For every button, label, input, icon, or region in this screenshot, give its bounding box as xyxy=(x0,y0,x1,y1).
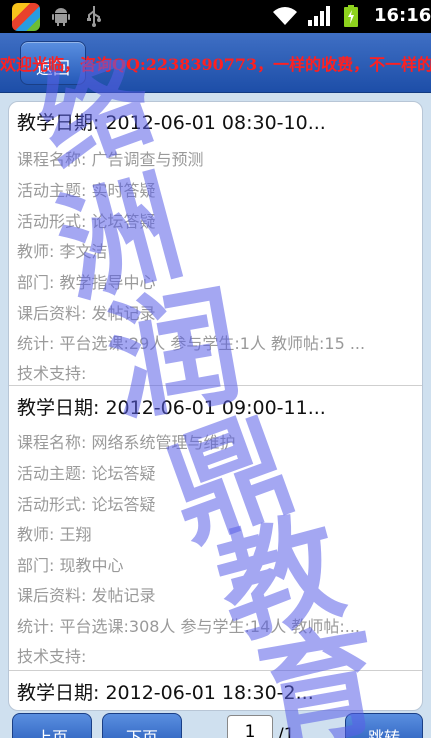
record-format: 活动形式: 论坛答疑 xyxy=(17,212,156,231)
record-stats: 统计: 平台选课:29人 参与学生:1人 教师帖:15 ... xyxy=(17,334,366,353)
record-topic: 活动主题: 论坛答疑 xyxy=(17,464,156,483)
android-debug-icon xyxy=(52,8,70,26)
record-department: 部门: 教学指导中心 xyxy=(17,273,156,292)
record-stats: 统计: 平台选课:308人 参与学生:14人 教师帖:... xyxy=(17,617,361,636)
pager-bar: 上页 下页 1 /1 跳转 xyxy=(0,711,431,738)
next-page-button[interactable]: 下页 xyxy=(102,713,182,738)
list-item[interactable]: 教学日期: 2012-06-01 18:30-2... xyxy=(9,672,422,710)
record-department: 部门: 现教中心 xyxy=(17,556,124,575)
record-teacher: 教师: 王翔 xyxy=(17,525,92,544)
list-item[interactable]: 教学日期: 2012-06-01 09:00-11... 课程名称: 网络系统管… xyxy=(9,387,422,671)
record-date: 教学日期: 2012-06-01 18:30-2... xyxy=(17,682,314,704)
back-button-label: 返回 xyxy=(36,59,70,79)
record-topic: 活动主题: 实时答疑 xyxy=(17,181,156,200)
prev-page-button[interactable]: 上页 xyxy=(12,713,92,738)
record-support: 技术支持: xyxy=(17,364,87,383)
record-support: 技术支持: xyxy=(17,647,87,666)
record-materials: 课后资料: 发帖记录 xyxy=(17,586,156,605)
battery-icon xyxy=(344,5,358,27)
record-course: 课程名称: 广告调查与预测 xyxy=(17,150,204,169)
header: 返回 欢迎光临，咨询QQ:2238390773，一样的收费，不一样的服务！ xyxy=(0,33,431,93)
record-date: 教学日期: 2012-06-01 09:00-11... xyxy=(17,397,326,419)
record-format: 活动形式: 论坛答疑 xyxy=(17,495,156,514)
page-number-input[interactable]: 1 xyxy=(227,715,273,738)
app-icon xyxy=(12,3,40,31)
list-item[interactable]: 教学日期: 2012-06-01 08:30-10... 课程名称: 广告调查与… xyxy=(9,102,422,386)
page-total: /1 xyxy=(278,725,295,738)
record-date: 教学日期: 2012-06-01 08:30-10... xyxy=(17,112,326,134)
back-button[interactable]: 返回 xyxy=(20,41,86,85)
record-teacher: 教师: 李文洁 xyxy=(17,242,108,261)
wifi-icon xyxy=(273,7,297,25)
record-list[interactable]: 教学日期: 2012-06-01 08:30-10... 课程名称: 广告调查与… xyxy=(8,101,423,711)
jump-button[interactable]: 跳转 xyxy=(345,713,423,738)
status-bar: 16:16 xyxy=(0,0,431,33)
status-time: 16:16 xyxy=(374,5,431,26)
signal-icon xyxy=(308,6,330,26)
usb-icon xyxy=(87,6,101,27)
record-course: 课程名称: 网络系统管理与维护 xyxy=(17,433,236,452)
record-materials: 课后资料: 发帖记录 xyxy=(17,304,156,323)
